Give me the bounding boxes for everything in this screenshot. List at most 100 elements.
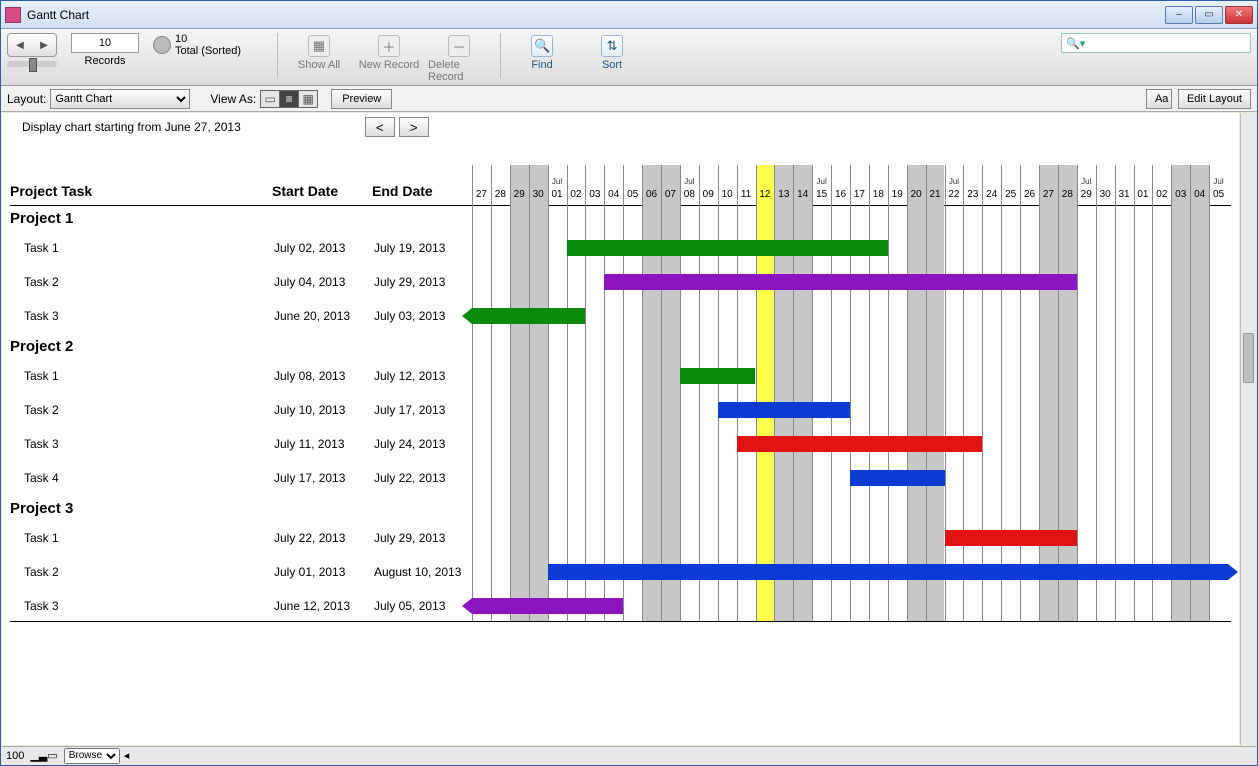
hdr-task: Project Task (10, 183, 272, 199)
minimize-button[interactable]: – (1165, 6, 1193, 24)
date-prev-button[interactable]: < (365, 117, 395, 137)
preview-button[interactable]: Preview (331, 89, 392, 109)
task-row[interactable]: Task 3June 20, 2013July 03, 2013 (10, 299, 1231, 333)
view-table-button[interactable]: ▦ (298, 90, 318, 108)
gantt-bar[interactable] (472, 308, 585, 324)
date-label: 05 (1209, 189, 1228, 200)
row-name: Task 3 (10, 599, 274, 613)
quick-search[interactable]: 🔍▾ (1061, 33, 1251, 53)
row-name: Project 3 (10, 500, 274, 517)
date-label: 17 (850, 189, 869, 200)
date-label: 30 (1096, 189, 1115, 200)
row-name: Project 1 (10, 210, 274, 227)
row-name: Task 1 (10, 241, 274, 255)
window-controls: – ▭ ✕ (1165, 6, 1253, 24)
chevron-left-icon[interactable]: ◂ (124, 749, 130, 762)
task-rows: Project 1Task 1July 02, 2013July 19, 201… (10, 205, 1231, 623)
row-end: July 03, 2013 (374, 309, 470, 323)
date-label: 30 (529, 189, 548, 200)
task-row[interactable]: Task 2July 10, 2013July 17, 2013 (10, 393, 1231, 427)
show-all-button[interactable]: ▦ Show All (284, 33, 354, 73)
titlebar: Gantt Chart – ▭ ✕ (1, 1, 1257, 29)
date-label: 01 (1134, 189, 1153, 200)
row-end: July 17, 2013 (374, 403, 470, 417)
gantt-bar[interactable] (567, 240, 888, 256)
text-format-button[interactable]: Aa (1146, 89, 1172, 109)
date-label: 12 (756, 189, 775, 200)
gantt-bar[interactable] (472, 598, 623, 614)
app-icon (5, 7, 21, 23)
column-headers: Project Task Start Date End Date (10, 183, 468, 199)
date-label: 29 (510, 189, 529, 200)
record-nav-buttons[interactable]: ◀ ▶ (7, 33, 57, 57)
project-row[interactable]: Project 2 (10, 333, 1231, 359)
row-start: July 17, 2013 (274, 471, 374, 485)
date-label: 03 (1171, 189, 1190, 200)
row-start: July 10, 2013 (274, 403, 374, 417)
scroll-thumb[interactable] (1243, 333, 1254, 383)
date-label: 07 (661, 189, 680, 200)
gantt-bar[interactable] (945, 530, 1077, 546)
month-label: Jul (548, 177, 567, 186)
hdr-end: End Date (372, 183, 468, 199)
view-list-button[interactable]: ≡ (279, 90, 299, 108)
task-row[interactable]: Task 3July 11, 2013July 24, 2013 (10, 427, 1231, 461)
gantt-bar[interactable] (718, 402, 850, 418)
layout-label: Layout: (7, 92, 46, 106)
date-label: 25 (1001, 189, 1020, 200)
maximize-button[interactable]: ▭ (1195, 6, 1223, 24)
sort-button[interactable]: ⇅ Sort (577, 33, 647, 73)
zoom-in-icon[interactable]: ▃ (39, 749, 47, 762)
date-label: 11 (737, 189, 756, 200)
close-button[interactable]: ✕ (1225, 6, 1253, 24)
records-label: Records (85, 55, 126, 67)
zoom-value[interactable]: 100 (6, 750, 24, 762)
new-record-button[interactable]: ＋ New Record (354, 33, 424, 73)
project-row[interactable]: Project 3 (10, 495, 1231, 521)
gantt-bar[interactable] (548, 564, 1228, 580)
next-record-icon[interactable]: ▶ (32, 40, 56, 51)
project-row[interactable]: Project 1 (10, 205, 1231, 231)
date-label: 05 (623, 189, 642, 200)
date-label: 19 (888, 189, 907, 200)
date-label: 03 (585, 189, 604, 200)
row-start: July 04, 2013 (274, 275, 374, 289)
date-label: 22 (945, 189, 964, 200)
row-start: June 12, 2013 (274, 599, 374, 613)
search-input[interactable] (1088, 37, 1246, 49)
row-name: Task 1 (10, 369, 274, 383)
date-label: 04 (1190, 189, 1209, 200)
task-row[interactable]: Task 4July 17, 2013July 22, 2013 (10, 461, 1231, 495)
task-row[interactable]: Task 1July 08, 2013July 12, 2013 (10, 359, 1231, 393)
date-label: 14 (793, 189, 812, 200)
mode-select[interactable]: Browse (64, 748, 120, 764)
show-all-icon: ▦ (308, 35, 330, 57)
record-slider[interactable] (7, 61, 57, 67)
find-button[interactable]: 🔍 Find (507, 33, 577, 73)
date-label: 21 (926, 189, 945, 200)
row-end: July 24, 2013 (374, 437, 470, 451)
row-end: July 19, 2013 (374, 241, 470, 255)
delete-record-button[interactable]: － Delete Record (424, 33, 494, 85)
window-title: Gantt Chart (27, 8, 1165, 22)
zoom-reset-icon[interactable]: ▭ (47, 749, 57, 762)
find-icon: 🔍 (531, 35, 553, 57)
row-end: July 29, 2013 (374, 531, 470, 545)
prev-record-icon[interactable]: ◀ (8, 40, 32, 51)
edit-layout-button[interactable]: Edit Layout (1178, 89, 1251, 109)
gantt-bar[interactable] (604, 274, 1077, 290)
total-count: 10 (175, 33, 241, 45)
gantt-bar[interactable] (680, 368, 756, 384)
worksheet: Display chart starting from June 27, 201… (2, 113, 1239, 745)
gantt-bar[interactable] (737, 436, 983, 452)
record-number-input[interactable] (71, 33, 139, 53)
vertical-scrollbar[interactable] (1240, 113, 1256, 745)
zoom-out-icon[interactable]: ▁ (30, 749, 38, 762)
date-next-button[interactable]: > (399, 117, 429, 137)
new-record-icon: ＋ (378, 35, 400, 57)
layout-select[interactable]: Gantt Chart (50, 89, 190, 109)
total-label: Total (Sorted) (175, 45, 241, 57)
row-name: Task 2 (10, 403, 274, 417)
view-form-button[interactable]: ▭ (260, 90, 280, 108)
gantt-bar[interactable] (850, 470, 945, 486)
